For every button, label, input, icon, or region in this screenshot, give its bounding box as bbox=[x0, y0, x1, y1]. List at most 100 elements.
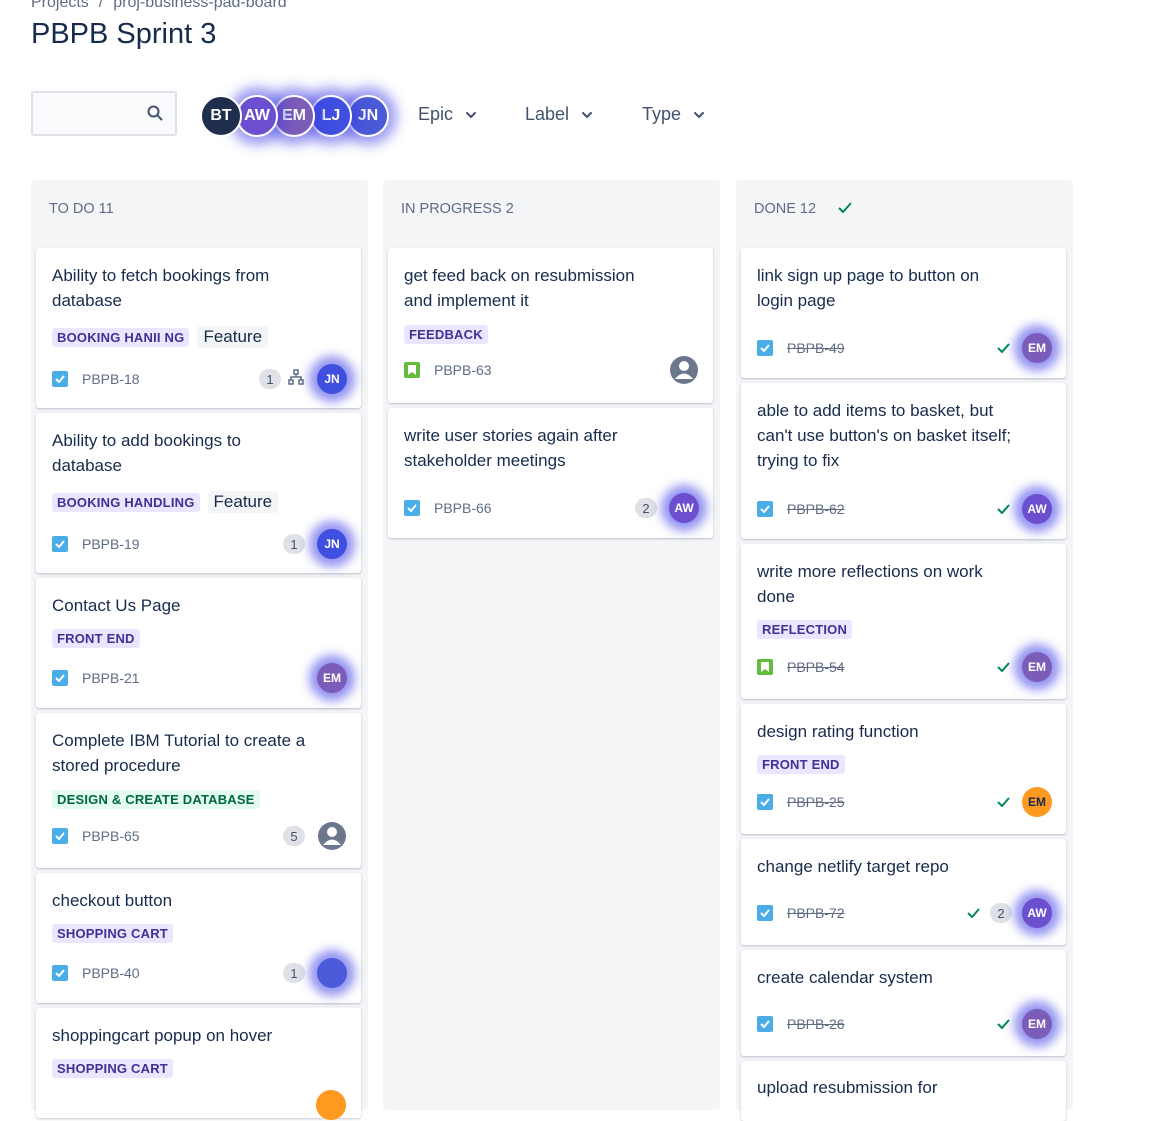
task-icon bbox=[757, 340, 773, 356]
issue-card[interactable]: write more reflections on work done REFL… bbox=[741, 544, 1066, 699]
card-labels: FEEDBACK bbox=[404, 325, 488, 344]
issue-card[interactable]: create calendar system PBPB-26 EM bbox=[741, 950, 1066, 1056]
label-tag: Feature bbox=[207, 491, 279, 513]
breadcrumb-project-link[interactable]: proj-business-pad-board bbox=[113, 0, 286, 11]
done-check-icon bbox=[997, 343, 1010, 353]
card-title: change netlify target repo bbox=[757, 857, 949, 876]
task-icon bbox=[52, 965, 68, 981]
issue-key[interactable]: PBPB-25 bbox=[787, 794, 845, 810]
issue-key[interactable]: PBPB-49 bbox=[787, 340, 845, 356]
assignee-avatar[interactable]: AW bbox=[1022, 898, 1052, 928]
issue-card[interactable]: write user stories again after stakehold… bbox=[388, 408, 713, 538]
issue-card[interactable]: checkout button SHOPPING CART PBPB-40 1 bbox=[36, 873, 361, 1003]
card-footer: PBPB-63 bbox=[404, 355, 699, 385]
story-points: 5 bbox=[283, 826, 305, 846]
assignee-avatar[interactable]: EM bbox=[1022, 333, 1052, 363]
card-title: able to add items to basket, but can't u… bbox=[757, 401, 1012, 470]
assignee-avatar[interactable] bbox=[316, 1090, 346, 1120]
epic-label: FRONT END bbox=[52, 629, 140, 648]
issue-key[interactable]: PBPB-66 bbox=[434, 500, 492, 516]
issue-card[interactable]: able to add items to basket, but can't u… bbox=[741, 383, 1066, 539]
assignee-avatar[interactable] bbox=[317, 958, 347, 988]
column-done: DONE 12 link sign up page to button on l… bbox=[736, 180, 1073, 1121]
task-icon bbox=[757, 1016, 773, 1032]
unassigned-avatar-icon[interactable] bbox=[317, 821, 347, 851]
issue-key[interactable]: PBPB-40 bbox=[82, 965, 140, 981]
epic-label: REFLECTION bbox=[757, 620, 853, 639]
epic-label: SHOPPING CART bbox=[52, 924, 173, 943]
issue-card[interactable]: change netlify target repo PBPB-72 2 AW bbox=[741, 839, 1066, 945]
breadcrumb-separator: / bbox=[98, 0, 104, 11]
issue-card[interactable]: Contact Us Page FRONT END PBPB-21 EM bbox=[36, 578, 361, 708]
column-in-progress: IN PROGRESS 2 get feed back on resubmiss… bbox=[383, 180, 720, 1110]
issue-key[interactable]: PBPB-54 bbox=[787, 659, 845, 675]
assignee-avatar[interactable]: EM bbox=[317, 663, 347, 693]
task-icon bbox=[52, 670, 68, 686]
avatar-filter-jn[interactable]: JN bbox=[347, 95, 389, 137]
task-icon bbox=[404, 500, 420, 516]
card-title: write more reflections on work done bbox=[757, 562, 983, 606]
assignee-avatar[interactable]: AW bbox=[1022, 494, 1052, 524]
label-filter[interactable]: Label bbox=[525, 104, 593, 125]
story-icon bbox=[404, 362, 420, 378]
done-check-icon bbox=[997, 504, 1010, 514]
task-icon bbox=[757, 794, 773, 810]
issue-key[interactable]: PBPB-21 bbox=[82, 670, 140, 686]
epic-label: BOOKING HANıı NG bbox=[52, 327, 190, 347]
label-tag: Feature bbox=[197, 326, 269, 348]
card-footer: PBPB-26 EM bbox=[757, 1009, 1052, 1039]
epic-filter[interactable]: Epic bbox=[418, 104, 477, 125]
card-footer: PBPB-25 EM bbox=[757, 787, 1052, 817]
card-title: get feed back on resubmission and implem… bbox=[404, 266, 635, 310]
search-input[interactable] bbox=[39, 93, 153, 135]
task-icon bbox=[52, 371, 68, 387]
issue-card[interactable]: design rating function FRONT END PBPB-25… bbox=[741, 704, 1066, 834]
done-check-icon bbox=[967, 908, 980, 918]
assignee-avatar[interactable]: AW bbox=[669, 493, 699, 523]
story-points: 1 bbox=[259, 369, 281, 389]
avatar-filter-em[interactable]: EM bbox=[273, 95, 315, 137]
assignee-avatar[interactable]: EM bbox=[1022, 1009, 1052, 1039]
avatar-filter-bt[interactable]: BT bbox=[200, 95, 242, 137]
issue-card[interactable]: Ability to add bookings to database BOOK… bbox=[36, 413, 361, 573]
epic-label: FEEDBACK bbox=[404, 325, 488, 344]
issue-key[interactable]: PBPB-18 bbox=[82, 371, 140, 387]
assignee-avatar[interactable]: EM bbox=[1022, 787, 1052, 817]
issue-card[interactable]: shoppingcart popup on hover SHOPPING CAR… bbox=[36, 1008, 361, 1120]
epic-label: BOOKING HANDLING bbox=[52, 492, 200, 512]
assignee-avatar[interactable]: JN bbox=[317, 364, 347, 394]
card-title: design rating function bbox=[757, 722, 919, 741]
issue-key[interactable]: PBPB-62 bbox=[787, 501, 845, 517]
card-labels: BOOKING HANDLING Feature bbox=[52, 491, 279, 513]
avatar-filter-lj[interactable]: LJ bbox=[310, 95, 352, 137]
issue-key[interactable]: PBPB-63 bbox=[434, 362, 492, 378]
page-title: PBPB Sprint 3 bbox=[31, 18, 217, 50]
column-header: DONE 12 bbox=[754, 201, 852, 217]
story-points: 1 bbox=[283, 963, 305, 983]
task-icon bbox=[757, 905, 773, 921]
issue-card[interactable]: Complete IBM Tutorial to create a stored… bbox=[36, 713, 361, 868]
avatar-filter-aw[interactable]: AW bbox=[236, 95, 278, 137]
assignee-avatar[interactable]: JN bbox=[317, 529, 347, 559]
issue-key[interactable]: PBPB-19 bbox=[82, 536, 140, 552]
issue-card[interactable]: link sign up page to button on login pag… bbox=[741, 248, 1066, 378]
breadcrumb-projects-link[interactable]: Projects bbox=[31, 0, 89, 11]
column-todo: TO DO 11 Ability to fetch bookings from … bbox=[31, 180, 368, 1120]
type-filter-label: Type bbox=[642, 104, 682, 124]
card-labels: SHOPPING CART bbox=[52, 1059, 173, 1078]
issue-card[interactable]: get feed back on resubmission and implem… bbox=[388, 248, 713, 403]
issue-card[interactable]: upload resubmission for bbox=[741, 1061, 1066, 1121]
unassigned-avatar-icon[interactable] bbox=[669, 355, 699, 385]
issue-card[interactable]: Ability to fetch bookings from database … bbox=[36, 248, 361, 408]
story-icon bbox=[757, 659, 773, 675]
card-footer: PBPB-62 AW bbox=[757, 494, 1052, 524]
assignee-avatar[interactable]: EM bbox=[1022, 652, 1052, 682]
search-icon bbox=[147, 105, 163, 126]
issue-key[interactable]: PBPB-65 bbox=[82, 828, 140, 844]
issue-key[interactable]: PBPB-26 bbox=[787, 1016, 845, 1032]
type-filter[interactable]: Type bbox=[642, 104, 705, 125]
card-footer: PBPB-21 EM bbox=[52, 663, 347, 693]
card-title: Ability to fetch bookings from database bbox=[52, 266, 270, 310]
search-box[interactable] bbox=[31, 91, 177, 136]
issue-key[interactable]: PBPB-72 bbox=[787, 905, 845, 921]
